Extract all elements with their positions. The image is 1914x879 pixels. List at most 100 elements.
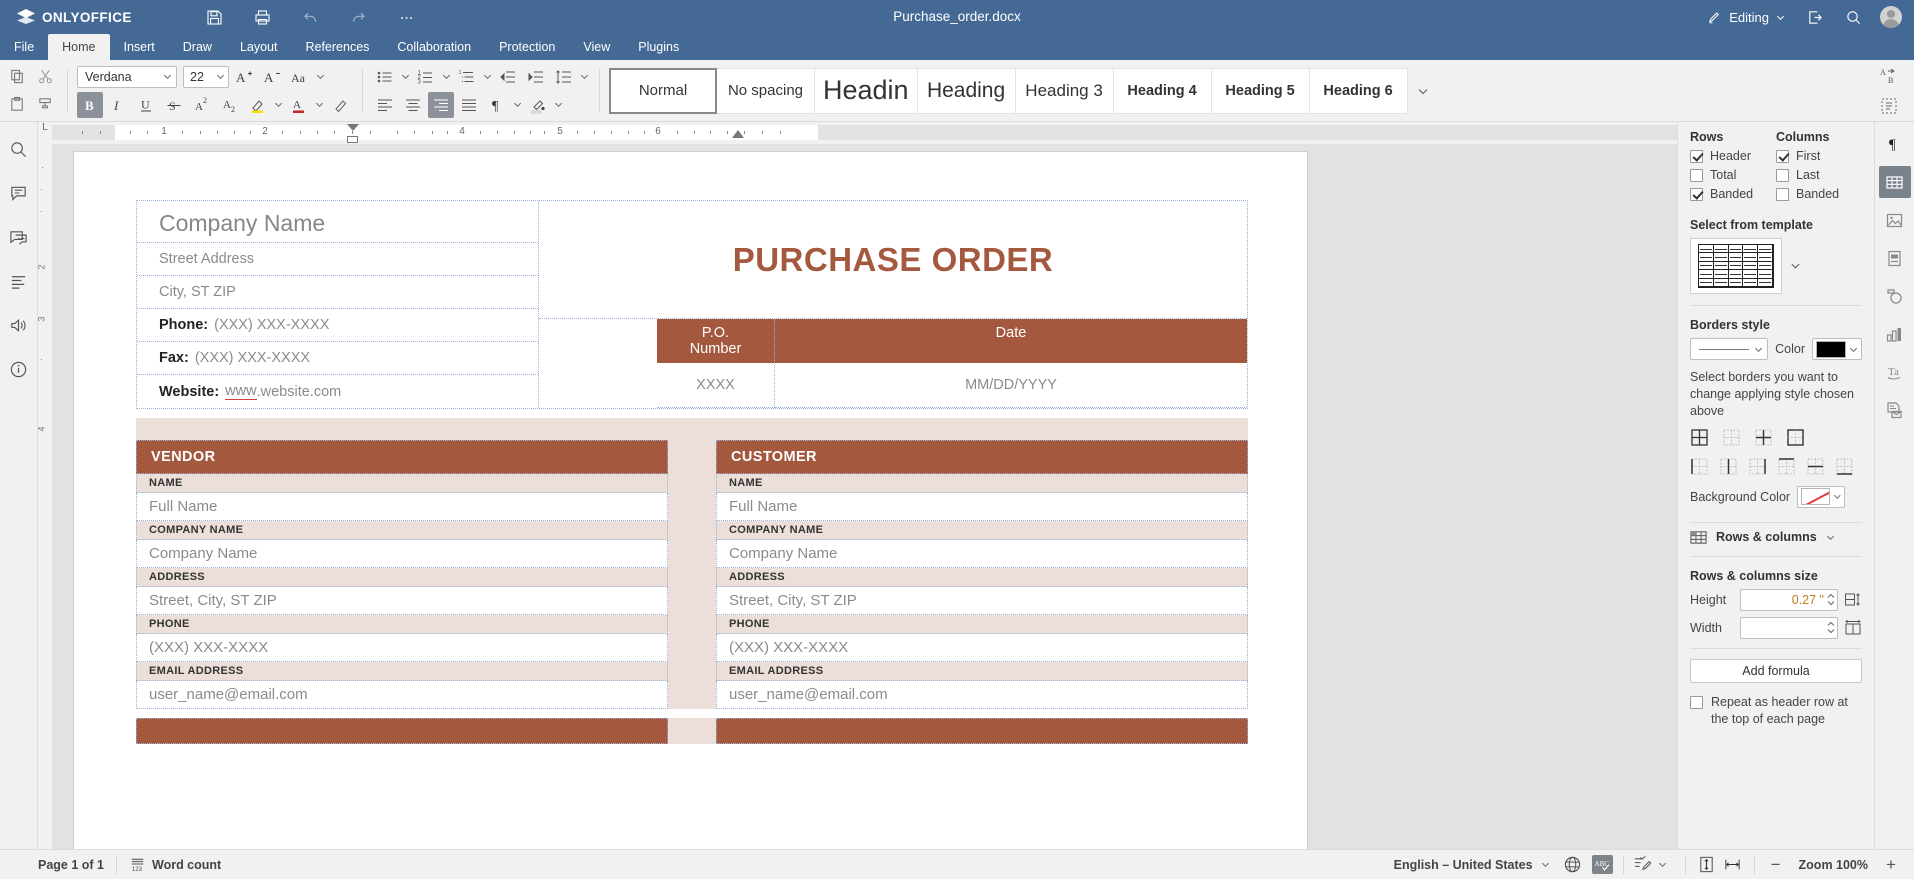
template-chevron-down-icon[interactable] (1786, 259, 1805, 274)
justify-icon[interactable] (456, 92, 482, 118)
bold-icon[interactable]: B (77, 92, 103, 118)
width-input[interactable] (1740, 617, 1838, 639)
checkbox-repeat-header-row[interactable]: Repeat as header row at the top of each … (1690, 694, 1862, 728)
checkbox-rows-header[interactable]: Header (1690, 149, 1776, 163)
font-size-select[interactable]: 22 (183, 66, 229, 88)
tab-insert[interactable]: Insert (110, 34, 169, 60)
more-icon[interactable] (382, 0, 430, 34)
shape-settings-icon[interactable] (1879, 280, 1911, 312)
bullets-icon[interactable] (372, 64, 398, 90)
align-right-icon[interactable] (428, 92, 454, 118)
background-color-select[interactable] (1797, 486, 1845, 508)
page-canvas[interactable]: · · · 2 3 · 4 (38, 144, 1677, 849)
rows-and-columns-button[interactable]: Rows & columns (1690, 529, 1862, 546)
shading-chevron-down-icon[interactable] (553, 92, 564, 118)
distribute-columns-icon[interactable] (1844, 619, 1862, 637)
increase-indent-icon[interactable] (523, 64, 549, 90)
checkbox-columns-banded[interactable]: Banded (1776, 187, 1862, 201)
save-icon[interactable] (190, 0, 238, 34)
strikethrough-icon[interactable]: S (161, 92, 187, 118)
tab-file[interactable]: File (0, 34, 48, 60)
first-line-indent-marker[interactable] (347, 124, 359, 131)
copy-icon[interactable] (4, 64, 30, 90)
inner-vertical-border-icon[interactable] (1719, 457, 1738, 476)
format-painter-icon[interactable] (32, 92, 58, 118)
paste-icon[interactable] (4, 92, 30, 118)
comments-icon[interactable] (6, 180, 32, 206)
change-case-icon[interactable]: Aa (287, 64, 313, 90)
multilevel-chevron-down-icon[interactable] (482, 64, 493, 90)
left-indent-marker[interactable] (347, 136, 358, 143)
align-left-icon[interactable] (372, 92, 398, 118)
chat-icon[interactable] (6, 224, 32, 250)
nonprinting-chevron-down-icon[interactable] (512, 92, 523, 118)
checkbox-columns-last[interactable]: Last (1776, 168, 1862, 182)
open-file-location-icon[interactable] (1798, 3, 1832, 31)
tab-view[interactable]: View (569, 34, 624, 60)
tab-collaboration[interactable]: Collaboration (383, 34, 485, 60)
po-number-value[interactable]: XXXX (657, 363, 775, 408)
height-stepper[interactable] (1827, 593, 1835, 606)
spellcheck-icon[interactable]: ABC (1592, 855, 1613, 874)
template-preview[interactable] (1690, 238, 1782, 294)
underline-icon[interactable]: U (133, 92, 159, 118)
vendor-block[interactable]: VENDOR NAME Full Name COMPANY NAME Compa… (136, 440, 668, 709)
po-date-value[interactable]: MM/DD/YYYY (775, 363, 1247, 408)
document-header-table[interactable]: Company Name Street Address City, ST ZIP (136, 200, 1248, 409)
shading-icon[interactable] (525, 92, 551, 118)
inner-borders-icon[interactable] (1754, 428, 1773, 447)
vendor-company-value[interactable]: Company Name (136, 540, 668, 568)
cut-icon[interactable] (32, 64, 58, 90)
mail-merge-settings-icon[interactable] (1879, 394, 1911, 426)
customer-address-value[interactable]: Street, City, ST ZIP (716, 587, 1248, 615)
border-width-select[interactable] (1690, 338, 1768, 360)
outer-borders-icon[interactable] (1786, 428, 1805, 447)
language-indicator[interactable]: English – United States (1382, 858, 1541, 872)
increase-font-size-icon[interactable]: A (231, 64, 257, 90)
template-picker[interactable] (1690, 238, 1862, 294)
style-gallery-expand-chevron-down-icon[interactable] (1408, 68, 1438, 114)
headings-navigation-icon[interactable] (6, 268, 32, 294)
style-heading-3[interactable]: Heading 3 (1016, 68, 1114, 114)
line-spacing-icon[interactable] (551, 64, 577, 90)
horizontal-ruler[interactable]: L 1 2 4 5 6 (38, 122, 1677, 144)
zoom-out-button[interactable]: − (1763, 852, 1789, 878)
undo-icon[interactable] (286, 0, 334, 34)
style-normal[interactable]: Normal (609, 68, 717, 114)
font-color-chevron-down-icon[interactable] (314, 92, 325, 118)
tab-protection[interactable]: Protection (485, 34, 569, 60)
right-indent-marker[interactable] (732, 130, 744, 138)
vertical-ruler[interactable]: · · · 2 3 · 4 (38, 144, 52, 849)
style-heading-6[interactable]: Heading 6 (1310, 68, 1408, 114)
fit-to-page-icon[interactable] (1694, 852, 1720, 878)
font-color-icon[interactable]: A (286, 92, 312, 118)
print-icon[interactable] (238, 0, 286, 34)
paragraph-settings-icon[interactable]: ¶ (1879, 128, 1911, 160)
vendor-address-value[interactable]: Street, City, ST ZIP (136, 587, 668, 615)
tab-layout[interactable]: Layout (226, 34, 292, 60)
all-borders-icon[interactable] (1690, 428, 1709, 447)
editing-mode-button[interactable]: Editing (1698, 3, 1794, 31)
ruler-track[interactable]: 1 2 4 5 6 (52, 122, 1677, 144)
superscript-icon[interactable]: A2 (189, 92, 215, 118)
street-address-cell[interactable]: Street Address (137, 243, 538, 276)
website-link[interactable]: www (225, 383, 256, 400)
phone-cell[interactable]: Phone: (XXX) XXX-XXXX (137, 309, 538, 342)
line-spacing-chevron-down-icon[interactable] (579, 64, 590, 90)
header-footer-settings-icon[interactable] (1879, 242, 1911, 274)
customer-phone-value[interactable]: (XXX) XXX-XXXX (716, 634, 1248, 662)
website-cell[interactable]: Website: www.website.com (137, 375, 538, 408)
multilevel-list-icon[interactable]: 1 (454, 64, 480, 90)
zoom-level-label[interactable]: Zoom 100% (1789, 858, 1878, 872)
height-input[interactable]: 0.27 " (1740, 589, 1838, 611)
top-border-icon[interactable] (1777, 457, 1796, 476)
document-page[interactable]: Company Name Street Address City, ST ZIP (74, 152, 1307, 849)
search-icon[interactable] (1836, 3, 1870, 31)
replace-icon[interactable]: AB (1876, 63, 1902, 89)
tab-plugins[interactable]: Plugins (624, 34, 693, 60)
left-border-icon[interactable] (1690, 457, 1709, 476)
clear-style-icon[interactable] (327, 92, 353, 118)
zoom-in-button[interactable]: + (1878, 852, 1904, 878)
about-icon[interactable] (6, 356, 32, 382)
page-number-indicator[interactable]: Page 1 of 1 (0, 850, 116, 879)
